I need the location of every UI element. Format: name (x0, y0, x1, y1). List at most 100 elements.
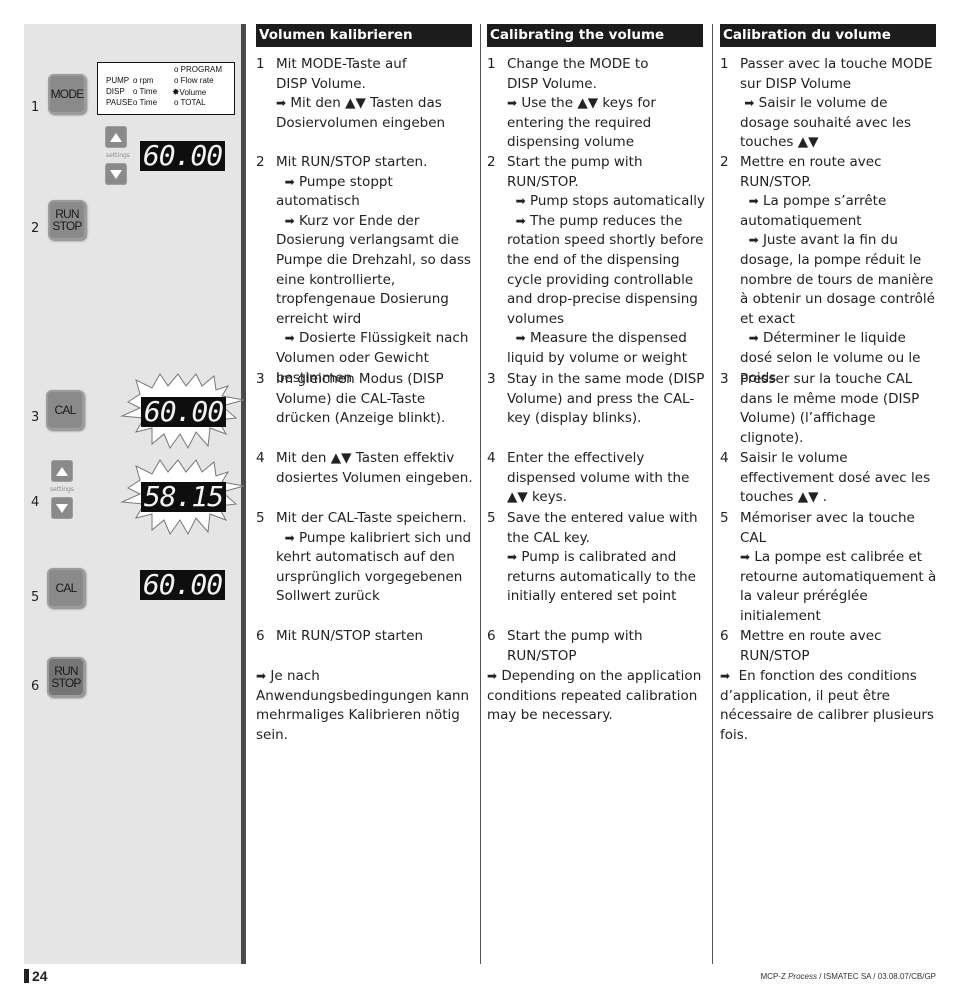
step-number: 3 (256, 371, 265, 387)
step-1: 1 Passer avec la touche MODE sur DISP Vol… (720, 55, 940, 153)
step-5: 5 Mit der CAL-Taste speichern. ➡ Pumpe k… (256, 509, 476, 607)
column-title-german: Volumen kalibrieren (256, 24, 472, 47)
arrow-icon: ➡ (748, 194, 759, 209)
triangle-down-icon (56, 503, 68, 513)
display-step3: 60.00 (141, 397, 226, 427)
page-marker-icon (24, 969, 29, 983)
note-text: En fonction des conditions d’application… (720, 668, 934, 743)
step-2: 2 Mit RUN/STOP starten. ➡ Pumpe stoppt a… (256, 153, 476, 388)
display-step1: 60.00 (140, 141, 225, 171)
run-stop-key-2[interactable]: RUN STOP (47, 657, 85, 697)
run-stop-key-1[interactable]: RUN STOP (48, 200, 86, 240)
arrow-icon: ➡ (284, 213, 295, 228)
step-4: 4 Enter the effectively dispensed volume… (487, 449, 707, 508)
step-arrow-text: Pump stops automatically (529, 193, 705, 210)
step-number: 6 (487, 628, 496, 644)
arrow-icon: ➡ (740, 550, 751, 565)
led-disp-time: o Time (133, 87, 158, 96)
note: ➡ Je nach Anwendungsbedingungen kann meh… (256, 667, 476, 745)
step-arrow-text: The pump reduces the rotation speed shor… (507, 212, 704, 327)
step-number-1: 1 (31, 100, 40, 115)
display-step4: 58.15 (141, 482, 226, 512)
stop-label: STOP (52, 219, 82, 233)
mode-label-disp: DISP (106, 87, 125, 96)
step-text: Mit RUN/STOP starten. (276, 154, 428, 170)
arrow-icon: ➡ (720, 669, 731, 683)
step-number: 5 (487, 510, 496, 526)
stop-label: STOP (51, 676, 81, 690)
arrow-icon: ➡ (487, 669, 498, 683)
note-text: Depending on the application conditions … (487, 668, 702, 724)
triangle-up-icon (110, 132, 122, 142)
step-number: 6 (256, 628, 265, 644)
arrow-icon: ➡ (748, 331, 759, 346)
step-text: Mettre en route avec RUN/STOP (740, 628, 882, 664)
step-arrow-text: Saisir le volume de dosage souhaité avec… (740, 95, 911, 151)
step-text: Passer avec la touche MODE (740, 56, 933, 72)
arrow-icon: ➡ (515, 194, 526, 209)
step-1: 1 Change the MODE to DISP Volume. ➡ Use th… (487, 55, 707, 153)
arrow-icon: ➡ (515, 331, 526, 346)
step-text: Save the entered value with the CAL key. (507, 510, 698, 546)
led-lit-icon: ✸ (172, 87, 180, 97)
step-number-5: 5 (31, 590, 40, 605)
step-number-3: 3 (31, 410, 40, 425)
step-arrow-text: Use the ▲▼ keys for entering the require… (507, 95, 656, 151)
step-number: 6 (720, 628, 729, 644)
down-key-1[interactable] (105, 163, 127, 185)
step-text: Mettre en route avec RUN/STOP. (740, 154, 882, 190)
step-number: 3 (720, 371, 729, 387)
up-key-2[interactable] (51, 460, 73, 482)
step-arrow-text: Pump is calibrated and returns automatic… (507, 549, 696, 605)
step-number: 4 (256, 450, 265, 466)
step-text: Enter the effectively dispensed volume w… (507, 450, 690, 506)
cal-key-label: CAL (55, 581, 78, 595)
up-key-1[interactable] (105, 126, 127, 148)
step-text: sur DISP Volume (740, 75, 852, 92)
step-number-2: 2 (31, 221, 40, 236)
arrow-icon: ➡ (507, 96, 518, 111)
column-title-french: Calibration du volume (720, 24, 936, 47)
settings-label-2: settings (50, 486, 74, 493)
led-pause-time: o Time (133, 98, 158, 107)
arrow-icon: ➡ (276, 96, 287, 111)
arrow-icon: ➡ (256, 669, 267, 683)
cal-key-2[interactable]: CAL (47, 568, 85, 608)
step-2: 2 Mettre en route avec RUN/STOP. ➡ La po… (720, 153, 940, 388)
step-arrow-text: Pumpe kalibriert sich und kehrt automati… (276, 529, 472, 605)
step-number-6: 6 (31, 679, 40, 694)
step-arrow-text: Kurz vor Ende der Dosierung verlangsamt … (276, 212, 471, 327)
step-arrow-text: Mit den ▲▼ Tasten das Dosiervolumen eing… (276, 95, 446, 131)
step-3: 3 Presser sur la touche CAL dans le même… (720, 370, 940, 448)
step-number: 5 (720, 510, 729, 526)
step-text: Stay in the same mode (DISP Volume) and … (507, 371, 705, 427)
step-arrow-text: Measure the dispensed liquid by volume o… (507, 330, 688, 366)
column-divider (480, 24, 481, 964)
led-flow-rate: o Flow rate (174, 76, 214, 85)
mode-label-pause: PAUSE (106, 98, 133, 107)
triangle-down-icon (110, 169, 122, 179)
step-1: 1 Mit MODE-Taste auf DISP Volume. ➡ Mit de… (256, 55, 476, 133)
footer-reference: MCP-Z Process / ISMATEC SA / 03.08.07/CB… (761, 972, 936, 981)
arrow-icon: ➡ (748, 233, 759, 248)
note: ➡ En fonction des conditions d’applicati… (720, 667, 940, 745)
step-number: 2 (487, 154, 496, 170)
step-4: 4 Saisir le volume effectivement dosé av… (720, 449, 940, 508)
step-text: Start the pump with RUN/STOP. (507, 154, 643, 190)
cal-key-1[interactable]: CAL (46, 390, 84, 430)
step-text: Mit den ▲▼ Tasten effektiv dosiertes Vol… (276, 450, 473, 486)
led-total: o TOTAL (174, 98, 206, 107)
mode-key-label: MODE (50, 87, 85, 101)
step-3: 3 Im gleichen Modus (DISP Volume) die CA… (256, 370, 476, 429)
display-step5: 60.00 (140, 570, 225, 600)
mode-key[interactable]: MODE (48, 74, 86, 114)
step-text: Presser sur la touche CAL dans le même m… (740, 371, 920, 446)
step-number: 2 (720, 154, 729, 170)
arrow-icon: ➡ (284, 530, 295, 545)
column-english: Calibrating the volume 1 Change the MODE… (487, 24, 705, 723)
down-key-2[interactable] (51, 497, 73, 519)
arrow-icon: ➡ (515, 213, 526, 228)
step-arrow-text: Juste avant la fin du dosage, la pompe r… (740, 232, 935, 327)
step-number: 1 (256, 56, 265, 72)
step-5: 5 Mémoriser avec la touche CAL ➡ La pompe… (720, 509, 940, 627)
